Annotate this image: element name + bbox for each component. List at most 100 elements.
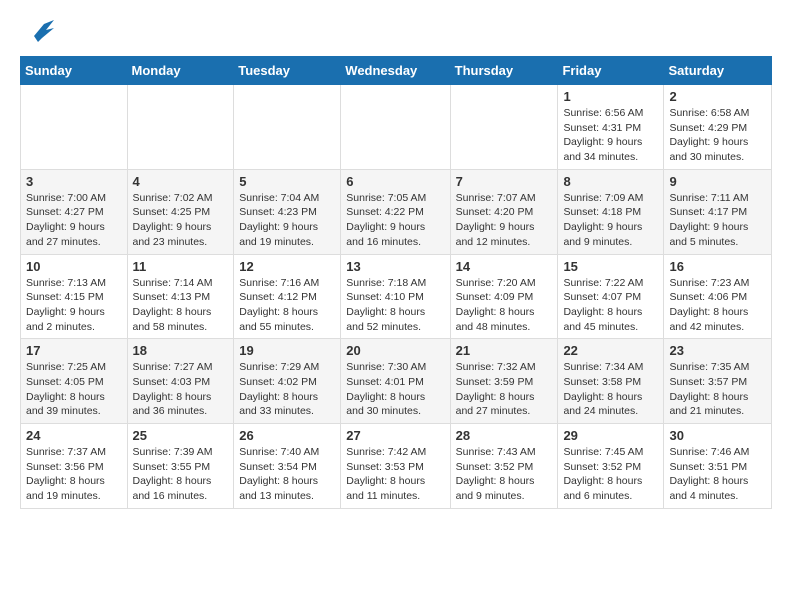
day-info: Sunrise: 7:13 AMSunset: 4:15 PMDaylight:… [26,276,122,335]
calendar-cell: 9 Sunrise: 7:11 AMSunset: 4:17 PMDaylight… [664,169,772,254]
day-info: Sunrise: 7:00 AMSunset: 4:27 PMDaylight:… [26,191,122,250]
day-number: 10 [26,259,122,274]
col-monday: Monday [127,57,234,85]
day-number: 12 [239,259,335,274]
day-number: 13 [346,259,444,274]
day-number: 20 [346,343,444,358]
day-info: Sunrise: 7:23 AMSunset: 4:06 PMDaylight:… [669,276,766,335]
day-number: 2 [669,89,766,104]
calendar-cell: 25 Sunrise: 7:39 AMSunset: 3:55 PMDayligh… [127,424,234,509]
day-info: Sunrise: 7:34 AMSunset: 3:58 PMDaylight:… [563,360,658,419]
calendar-cell: 19Sunrise: 7:29 AMSunset: 4:02 PMDayligh… [234,339,341,424]
day-info: Sunrise: 7:25 AMSunset: 4:05 PMDaylight:… [26,360,122,419]
calendar-cell: 3 Sunrise: 7:00 AMSunset: 4:27 PMDaylight… [21,169,128,254]
day-number: 28 [456,428,553,443]
calendar-cell: 29 Sunrise: 7:45 AMSunset: 3:52 PMDayligh… [558,424,664,509]
calendar-cell: 4Sunrise: 7:02 AMSunset: 4:25 PMDaylight… [127,169,234,254]
calendar-cell: 16 Sunrise: 7:23 AMSunset: 4:06 PMDayligh… [664,254,772,339]
day-number: 30 [669,428,766,443]
calendar-cell: 1Sunrise: 6:56 AMSunset: 4:31 PMDaylight… [558,85,664,170]
week-row-5: 24 Sunrise: 7:37 AMSunset: 3:56 PMDayligh… [21,424,772,509]
week-row-1: 1Sunrise: 6:56 AMSunset: 4:31 PMDaylight… [21,85,772,170]
day-number: 3 [26,174,122,189]
calendar-cell: 23Sunrise: 7:35 AMSunset: 3:57 PMDayligh… [664,339,772,424]
calendar-cell: 6 Sunrise: 7:05 AMSunset: 4:22 PMDaylight… [341,169,450,254]
day-number: 24 [26,428,122,443]
calendar-cell: 15 Sunrise: 7:22 AMSunset: 4:07 PMDayligh… [558,254,664,339]
col-tuesday: Tuesday [234,57,341,85]
day-number: 16 [669,259,766,274]
day-info: Sunrise: 7:20 AMSunset: 4:09 PMDaylight:… [456,276,553,335]
day-number: 22 [563,343,658,358]
week-row-4: 17 Sunrise: 7:25 AMSunset: 4:05 PMDayligh… [21,339,772,424]
day-info: Sunrise: 7:14 AMSunset: 4:13 PMDaylight:… [133,276,229,335]
calendar-cell: 17 Sunrise: 7:25 AMSunset: 4:05 PMDayligh… [21,339,128,424]
calendar-cell: 18Sunrise: 7:27 AMSunset: 4:03 PMDayligh… [127,339,234,424]
day-info: Sunrise: 7:37 AMSunset: 3:56 PMDaylight:… [26,445,122,504]
day-number: 14 [456,259,553,274]
col-sunday: Sunday [21,57,128,85]
day-info: Sunrise: 7:40 AMSunset: 3:54 PMDaylight:… [239,445,335,504]
day-number: 19 [239,343,335,358]
calendar-cell: 20Sunrise: 7:30 AMSunset: 4:01 PMDayligh… [341,339,450,424]
day-number: 8 [563,174,658,189]
bird-icon [24,16,54,46]
day-number: 23 [669,343,766,358]
day-number: 29 [563,428,658,443]
day-info: Sunrise: 7:39 AMSunset: 3:55 PMDaylight:… [133,445,229,504]
day-info: Sunrise: 7:22 AMSunset: 4:07 PMDaylight:… [563,276,658,335]
day-info: Sunrise: 7:32 AMSunset: 3:59 PMDaylight:… [456,360,553,419]
day-info: Sunrise: 7:42 AMSunset: 3:53 PMDaylight:… [346,445,444,504]
header-row: Sunday Monday Tuesday Wednesday Thursday… [21,57,772,85]
col-thursday: Thursday [450,57,558,85]
calendar-cell: 11 Sunrise: 7:14 AMSunset: 4:13 PMDayligh… [127,254,234,339]
day-info: Sunrise: 7:43 AMSunset: 3:52 PMDaylight:… [456,445,553,504]
calendar-cell: 8Sunrise: 7:09 AMSunset: 4:18 PMDaylight… [558,169,664,254]
calendar-cell: 22 Sunrise: 7:34 AMSunset: 3:58 PMDayligh… [558,339,664,424]
calendar-cell: 10 Sunrise: 7:13 AMSunset: 4:15 PMDayligh… [21,254,128,339]
day-info: Sunrise: 7:46 AMSunset: 3:51 PMDaylight:… [669,445,766,504]
day-info: Sunrise: 6:58 AMSunset: 4:29 PMDaylight:… [669,106,766,165]
calendar-cell: 26 Sunrise: 7:40 AMSunset: 3:54 PMDayligh… [234,424,341,509]
calendar-cell: 2 Sunrise: 6:58 AMSunset: 4:29 PMDaylight… [664,85,772,170]
calendar-cell: 27 Sunrise: 7:42 AMSunset: 3:53 PMDayligh… [341,424,450,509]
day-number: 1 [563,89,658,104]
day-number: 21 [456,343,553,358]
week-row-3: 10 Sunrise: 7:13 AMSunset: 4:15 PMDayligh… [21,254,772,339]
day-number: 4 [133,174,229,189]
day-number: 25 [133,428,229,443]
day-number: 17 [26,343,122,358]
calendar-cell: 14 Sunrise: 7:20 AMSunset: 4:09 PMDayligh… [450,254,558,339]
calendar-cell [450,85,558,170]
calendar-cell [234,85,341,170]
day-number: 9 [669,174,766,189]
col-friday: Friday [558,57,664,85]
calendar-cell: 12 Sunrise: 7:16 AMSunset: 4:12 PMDayligh… [234,254,341,339]
header [20,20,772,46]
day-info: Sunrise: 7:07 AMSunset: 4:20 PMDaylight:… [456,191,553,250]
page: Sunday Monday Tuesday Wednesday Thursday… [0,0,792,519]
day-number: 27 [346,428,444,443]
col-saturday: Saturday [664,57,772,85]
day-number: 18 [133,343,229,358]
day-info: Sunrise: 7:05 AMSunset: 4:22 PMDaylight:… [346,191,444,250]
day-number: 15 [563,259,658,274]
calendar-table: Sunday Monday Tuesday Wednesday Thursday… [20,56,772,509]
day-number: 7 [456,174,553,189]
calendar-cell [127,85,234,170]
day-number: 26 [239,428,335,443]
day-info: Sunrise: 7:45 AMSunset: 3:52 PMDaylight:… [563,445,658,504]
calendar-cell: 30 Sunrise: 7:46 AMSunset: 3:51 PMDayligh… [664,424,772,509]
calendar-cell: 24 Sunrise: 7:37 AMSunset: 3:56 PMDayligh… [21,424,128,509]
calendar-cell: 5Sunrise: 7:04 AMSunset: 4:23 PMDaylight… [234,169,341,254]
day-info: Sunrise: 7:11 AMSunset: 4:17 PMDaylight:… [669,191,766,250]
day-info: Sunrise: 7:18 AMSunset: 4:10 PMDaylight:… [346,276,444,335]
calendar-cell: 28 Sunrise: 7:43 AMSunset: 3:52 PMDayligh… [450,424,558,509]
day-info: Sunrise: 7:16 AMSunset: 4:12 PMDaylight:… [239,276,335,335]
day-number: 6 [346,174,444,189]
col-wednesday: Wednesday [341,57,450,85]
day-number: 11 [133,259,229,274]
day-number: 5 [239,174,335,189]
week-row-2: 3 Sunrise: 7:00 AMSunset: 4:27 PMDaylight… [21,169,772,254]
calendar-cell [341,85,450,170]
